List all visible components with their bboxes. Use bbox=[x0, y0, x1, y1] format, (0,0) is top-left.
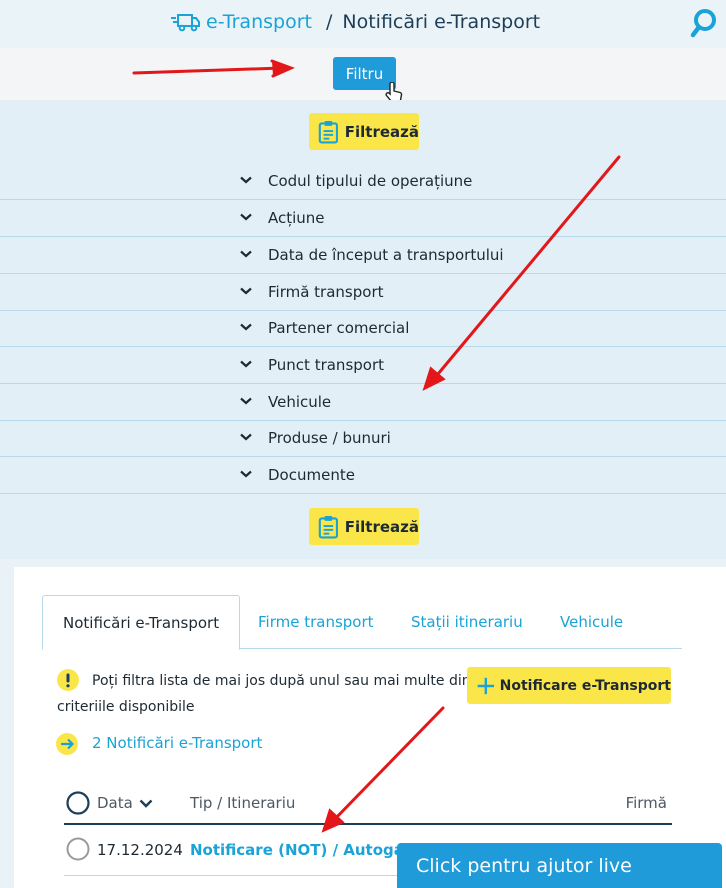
apply-filter-label: Filtrează bbox=[344, 122, 419, 141]
filter-bar: Filtru bbox=[0, 48, 726, 100]
filter-criterion[interactable]: Punct transport bbox=[0, 347, 726, 384]
chevron-down-icon bbox=[240, 397, 252, 405]
tab-notificari[interactable]: Notificări e-Transport bbox=[42, 595, 241, 650]
search-icon[interactable] bbox=[690, 8, 718, 38]
filter-criterion-label: Firmă transport bbox=[268, 283, 384, 301]
add-notification-label: Notificare e-Transport bbox=[499, 677, 671, 694]
filter-criterion[interactable]: Firmă transport bbox=[0, 274, 726, 311]
select-all-radio-icon[interactable] bbox=[66, 791, 90, 815]
filter-criterion-label: Vehicule bbox=[268, 393, 332, 411]
filter-criterion-label: Partener comercial bbox=[268, 319, 410, 337]
filter-panel: Filtrează Codul tipului de operațiune Ac… bbox=[0, 100, 726, 559]
filter-criterion-label: Acțiune bbox=[268, 209, 325, 227]
filter-criterion-label: Data de început a transportului bbox=[268, 246, 504, 264]
column-header-tip[interactable]: Tip / Itinerariu bbox=[190, 794, 295, 812]
column-header-data[interactable]: Data bbox=[97, 794, 153, 812]
filter-criterion[interactable]: Vehicule bbox=[0, 384, 726, 421]
row-radio-icon[interactable] bbox=[66, 837, 90, 861]
filter-criterion[interactable]: Documente bbox=[0, 457, 726, 494]
chevron-down-icon bbox=[240, 213, 252, 221]
chevron-down-icon bbox=[240, 433, 252, 441]
chevron-down-icon bbox=[240, 176, 252, 184]
truck-icon bbox=[171, 14, 200, 32]
content-card: Notificări e-Transport Firme transport S… bbox=[14, 567, 726, 888]
chevron-down-icon bbox=[240, 250, 252, 258]
chevron-down-icon bbox=[240, 287, 252, 295]
filter-criterion[interactable]: Data de început a transportului bbox=[0, 237, 726, 274]
tab-vehicule[interactable]: Vehicule bbox=[560, 595, 623, 649]
apply-filter-button-top[interactable]: Filtrează bbox=[309, 113, 419, 150]
apply-filter-button-bottom[interactable]: Filtrează bbox=[309, 508, 419, 545]
apply-filter-label: Filtrează bbox=[344, 517, 419, 536]
clipboard-icon bbox=[318, 515, 338, 539]
breadcrumb: e-Transport / Notificări e-Transport bbox=[170, 11, 540, 33]
column-header-firma[interactable]: Firmă bbox=[626, 794, 667, 812]
chevron-down-icon bbox=[240, 470, 252, 478]
arrow-right-icon bbox=[56, 733, 78, 755]
row-date: 17.12.2024 bbox=[97, 841, 183, 859]
page-title: Notificări e-Transport bbox=[342, 11, 541, 33]
chevron-down-icon bbox=[139, 799, 153, 808]
tab-statii-itinerariu[interactable]: Stații itinerariu bbox=[411, 595, 523, 649]
column-header-data-label: Data bbox=[97, 794, 133, 812]
filter-criterion-label: Codul tipului de operațiune bbox=[268, 172, 473, 190]
table-header: Data Tip / Itinerariu Firmă bbox=[64, 791, 672, 825]
clipboard-icon bbox=[318, 120, 338, 144]
top-header: e-Transport / Notificări e-Transport bbox=[0, 0, 726, 48]
filter-criterion-label: Produse / bunuri bbox=[268, 429, 391, 447]
breadcrumb-separator: / bbox=[325, 11, 333, 33]
filter-criterion[interactable]: Partener comercial bbox=[0, 310, 726, 347]
filter-criterion[interactable]: Codul tipului de operațiune bbox=[0, 163, 726, 200]
chevron-down-icon bbox=[240, 360, 252, 368]
filter-criterion-label: Documente bbox=[268, 466, 355, 484]
result-count-link[interactable]: 2 Notificări e-Transport bbox=[92, 734, 262, 752]
tab-bar: Notificări e-Transport Firme transport S… bbox=[42, 595, 682, 650]
filter-criterion-label: Punct transport bbox=[268, 356, 385, 374]
filter-criterion[interactable]: Acțiune bbox=[0, 200, 726, 237]
live-help-button[interactable]: Click pentru ajutor live bbox=[397, 843, 722, 888]
chevron-down-icon bbox=[240, 323, 252, 331]
plus-icon bbox=[477, 677, 494, 694]
breadcrumb-etransport-link[interactable]: e-Transport bbox=[206, 11, 312, 33]
tab-firme-transport[interactable]: Firme transport bbox=[258, 595, 374, 649]
filter-criterion[interactable]: Produse / bunuri bbox=[0, 420, 726, 457]
filter-hint-text: Poți filtra lista de mai jos după unul s… bbox=[57, 673, 471, 715]
add-notification-button[interactable]: Notificare e-Transport bbox=[467, 667, 671, 704]
